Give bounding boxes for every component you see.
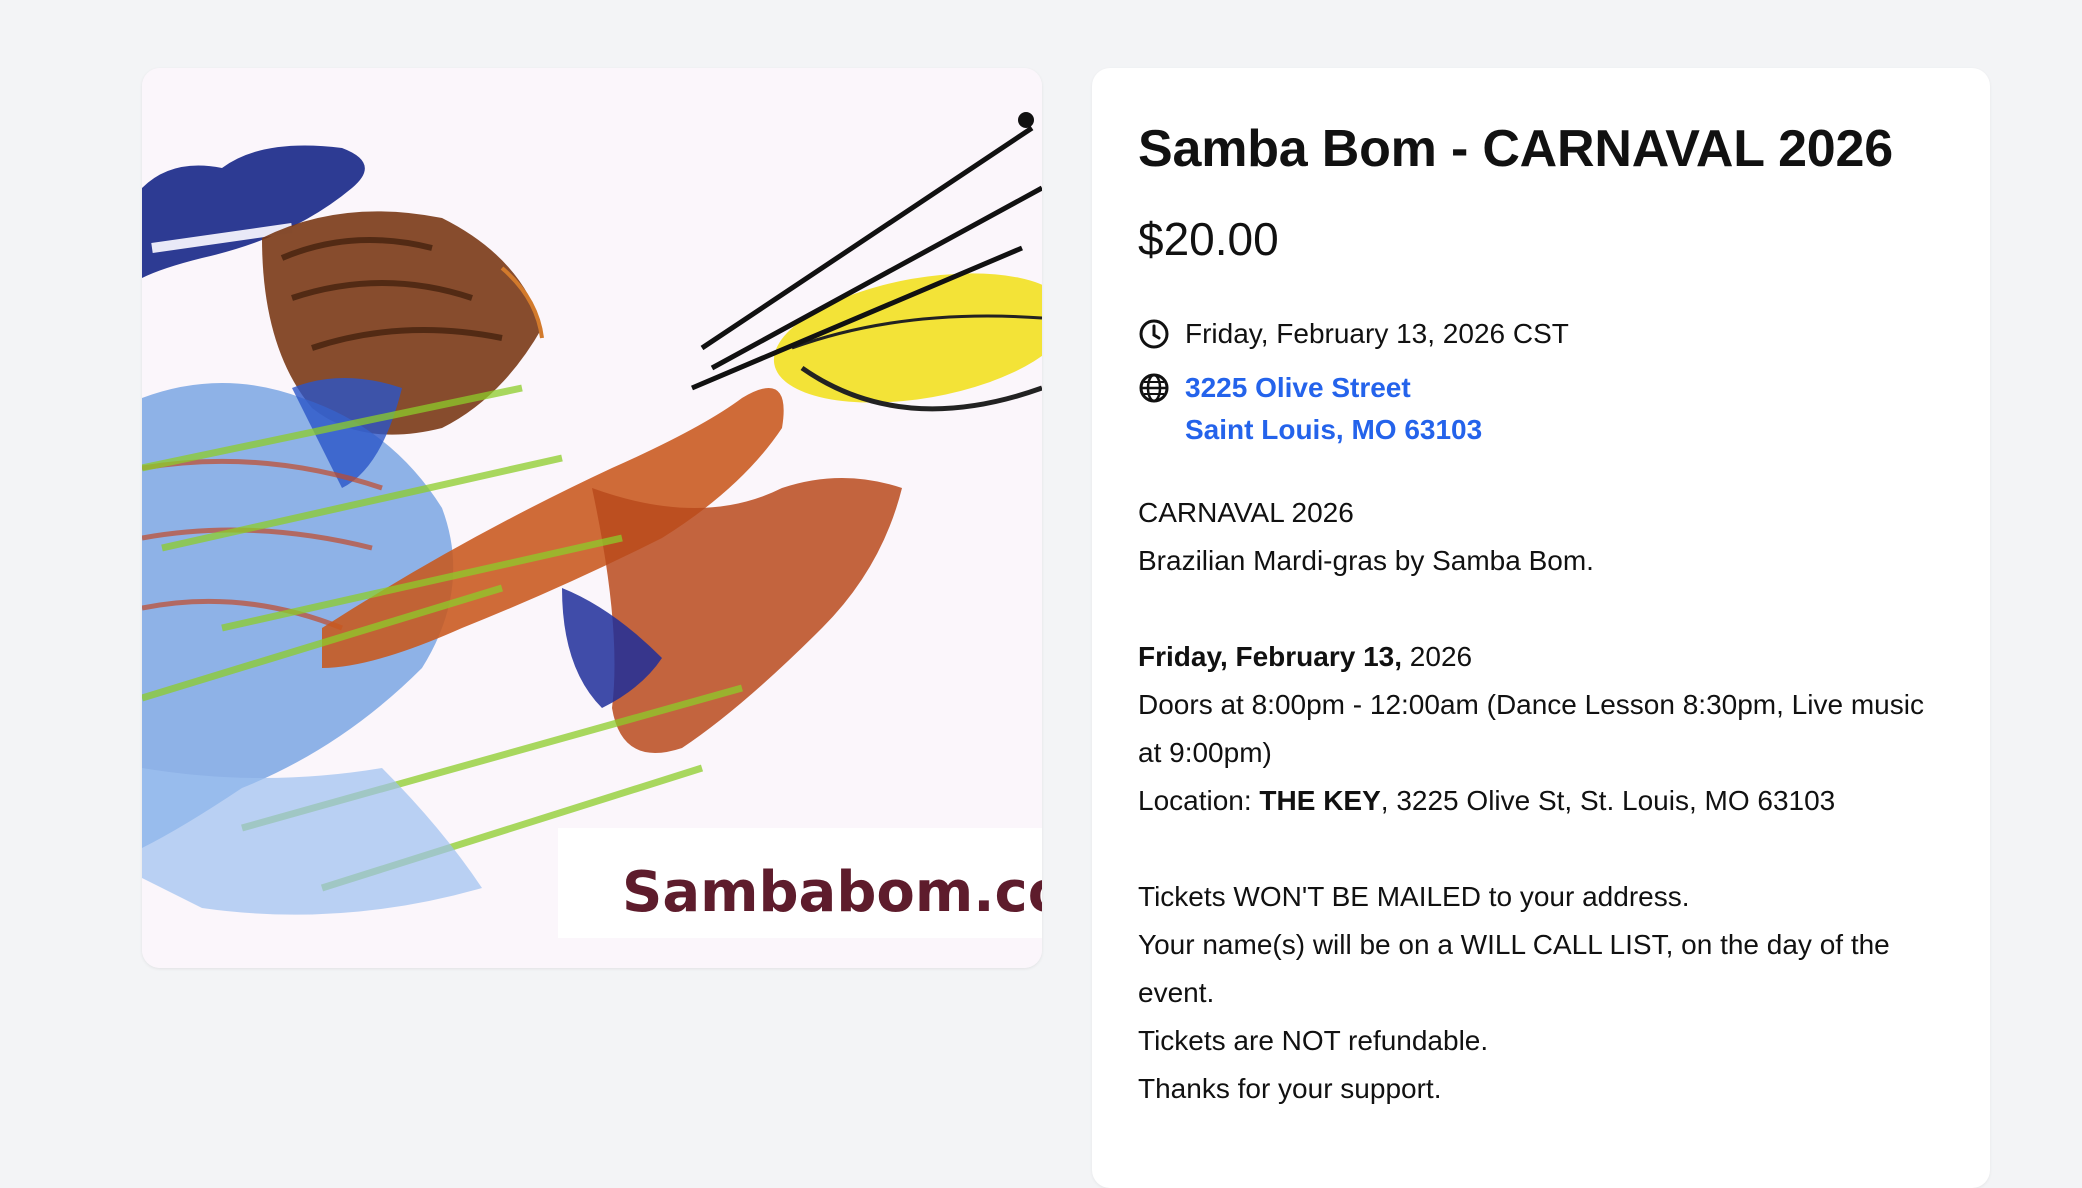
description-notice: Tickets are NOT refundable. xyxy=(1138,1024,1489,1056)
description-date: Friday, February 13, 2026 xyxy=(1138,633,1944,681)
location-label: Location: xyxy=(1138,784,1260,816)
event-description: CARNAVAL 2026 Brazilian Mardi-gras by Sa… xyxy=(1138,489,1944,1113)
description-notice: Your name(s) will be on a WILL CALL LIST… xyxy=(1138,928,1890,1008)
description-line: CARNAVAL 2026 xyxy=(1138,496,1354,528)
event-location-row: 3225 Olive Street Saint Louis, MO 63103 xyxy=(1138,367,1944,451)
description-date-year: 2026 xyxy=(1402,640,1473,672)
event-price: $20.00 xyxy=(1138,213,1279,266)
address-line-1-link[interactable]: 3225 Olive Street xyxy=(1185,367,1482,409)
address-line-2-link[interactable]: Saint Louis, MO 63103 xyxy=(1185,409,1482,451)
location-venue: THE KEY xyxy=(1259,784,1381,816)
event-details-card: Samba Bom - CARNAVAL 2026 $20.00 Friday,… xyxy=(1092,68,1990,1188)
event-title: Samba Bom - CARNAVAL 2026 xyxy=(1138,120,1893,178)
description-date-bold: Friday, February 13, xyxy=(1138,640,1403,672)
description-location: Location: THE KEY, 3225 Olive St, St. Lo… xyxy=(1138,777,1944,825)
globe-icon xyxy=(1138,367,1170,409)
logo-text: Sambabom.co xyxy=(622,860,1042,925)
description-notice: Tickets WON'T BE MAILED to your address. xyxy=(1138,880,1690,912)
description-doors: Doors at 8:00pm - 12:00am (Dance Lesson … xyxy=(1138,688,1924,768)
clock-icon xyxy=(1138,313,1170,355)
description-notice: Thanks for your support. xyxy=(1138,1072,1442,1104)
samba-drummer-illustration: Sambabom.co xyxy=(142,68,1042,968)
event-image: Sambabom.co xyxy=(142,68,1042,968)
location-address: , 3225 Olive St, St. Louis, MO 63103 xyxy=(1380,784,1836,816)
event-address: 3225 Olive Street Saint Louis, MO 63103 xyxy=(1185,367,1482,451)
event-date-row: Friday, February 13, 2026 CST xyxy=(1138,313,1944,355)
event-date: Friday, February 13, 2026 CST xyxy=(1185,317,1569,349)
event-meta: Friday, February 13, 2026 CST 3225 Olive… xyxy=(1138,313,1944,451)
description-line: Brazilian Mardi-gras by Samba Bom. xyxy=(1138,544,1594,576)
